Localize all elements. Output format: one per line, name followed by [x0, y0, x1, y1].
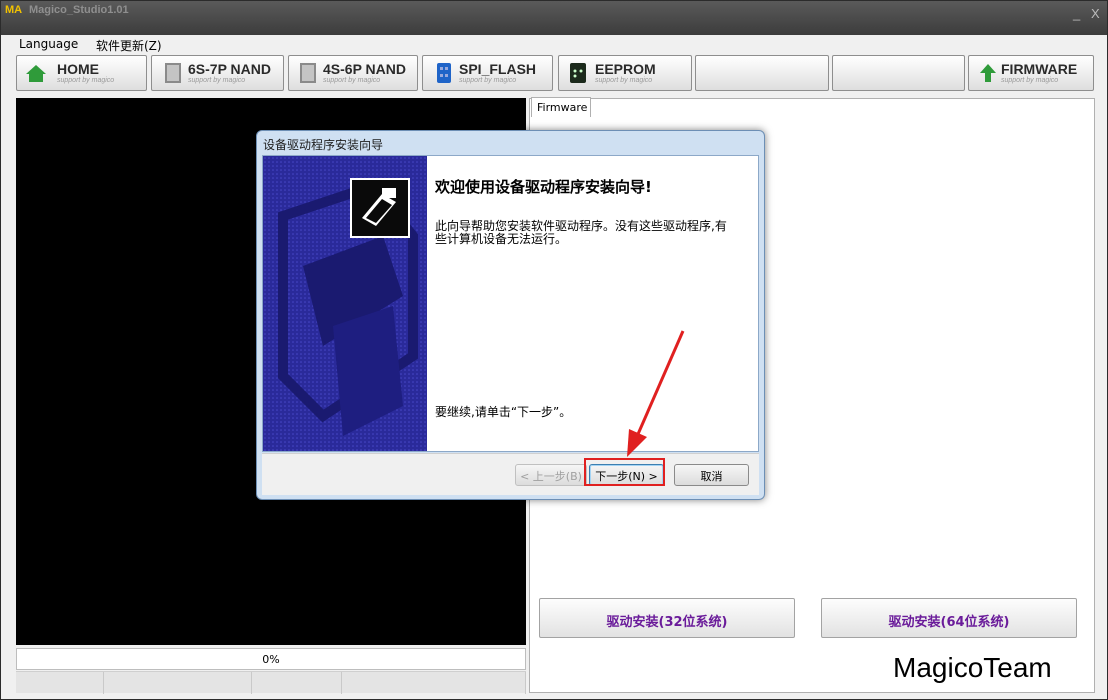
menu-language[interactable]: Language — [19, 37, 78, 51]
eeprom-label: EEPROM — [595, 61, 656, 77]
next-button-highlight — [584, 458, 665, 486]
nand-6s7p-button[interactable]: 6S-7P NAND support by magico — [151, 55, 284, 91]
firmware-label: FIRMWARE — [1001, 61, 1078, 77]
firmware-button[interactable]: FIRMWARE support by magico — [968, 55, 1094, 91]
app-window: MA Magico_Studio1.01 _ X Language 软件更新(Z… — [0, 0, 1108, 700]
progress-bar: 0% — [16, 648, 526, 670]
back-button[interactable]: < 上一步(B) — [515, 464, 587, 486]
spi-chip-icon — [437, 63, 451, 83]
red-arrow-icon — [627, 330, 685, 457]
eeprom-icon — [570, 63, 586, 83]
nand-6s7p-label: 6S-7P NAND — [188, 61, 271, 77]
status-cell — [252, 672, 342, 694]
progress-text: 0% — [262, 653, 280, 666]
home-sub: support by magico — [57, 77, 115, 84]
status-cell — [104, 672, 252, 694]
dialog-description: 此向导帮助您安装软件驱动程序。没有这些驱动程序,有些计算机设备无法运行。 — [435, 219, 727, 246]
install-driver-64-button[interactable]: 驱动安装(64位系统) — [821, 598, 1077, 638]
up-arrow-icon — [980, 64, 996, 82]
home-label: HOME — [57, 61, 99, 77]
install-driver-32-button[interactable]: 驱动安装(32位系统) — [539, 598, 795, 638]
eeprom-sub: support by magico — [595, 77, 653, 84]
app-logo: MA — [5, 4, 23, 16]
menu-software-update[interactable]: 软件更新(Z) — [96, 37, 162, 54]
wizard-banner — [263, 156, 427, 451]
nand-4s6p-button[interactable]: 4S-6P NAND support by magico — [288, 55, 418, 91]
dialog-heading: 欢迎使用设备驱动程序安装向导! — [435, 178, 652, 196]
app-title: Magico_Studio1.01 — [29, 4, 129, 16]
eeprom-button[interactable]: EEPROM support by magico — [558, 55, 692, 91]
nand-6s7p-sub: support by magico — [188, 77, 246, 84]
cancel-button[interactable]: 取消 — [674, 464, 749, 486]
status-cell — [16, 672, 104, 694]
nand-4s6p-label: 4S-6P NAND — [323, 61, 406, 77]
minimize-button[interactable]: _ — [1073, 6, 1080, 21]
toolbar: HOME support by magico 6S-7P NAND suppor… — [1, 55, 1107, 95]
dialog-title: 设备驱动程序安装向导 — [263, 138, 384, 152]
nand-4s6p-sub: support by magico — [323, 77, 381, 84]
close-button[interactable]: X — [1091, 6, 1100, 21]
empty-toolbar-button-1[interactable] — [695, 55, 829, 91]
spi-flash-sub: support by magico — [459, 77, 517, 84]
status-cell — [342, 672, 526, 694]
spi-flash-button[interactable]: SPI_FLASH support by magico — [422, 55, 553, 91]
watermark: MagicoTeam — [893, 652, 1052, 683]
menu-bar: Language 软件更新(Z) — [1, 35, 1107, 55]
dialog-continue-text: 要继续,请单击“下一步”。 — [435, 405, 572, 419]
chip-icon — [300, 63, 316, 83]
spi-flash-label: SPI_FLASH — [459, 61, 537, 77]
usb-device-icon — [350, 178, 410, 238]
home-button[interactable]: HOME support by magico — [16, 55, 147, 91]
firmware-sub: support by magico — [1001, 77, 1059, 84]
title-bar: MA Magico_Studio1.01 _ X — [1, 1, 1107, 35]
empty-toolbar-button-2[interactable] — [832, 55, 965, 91]
status-bar — [16, 671, 526, 694]
tab-firmware[interactable]: Firmware — [531, 97, 591, 117]
home-icon — [26, 65, 46, 82]
chip-icon — [165, 63, 181, 83]
